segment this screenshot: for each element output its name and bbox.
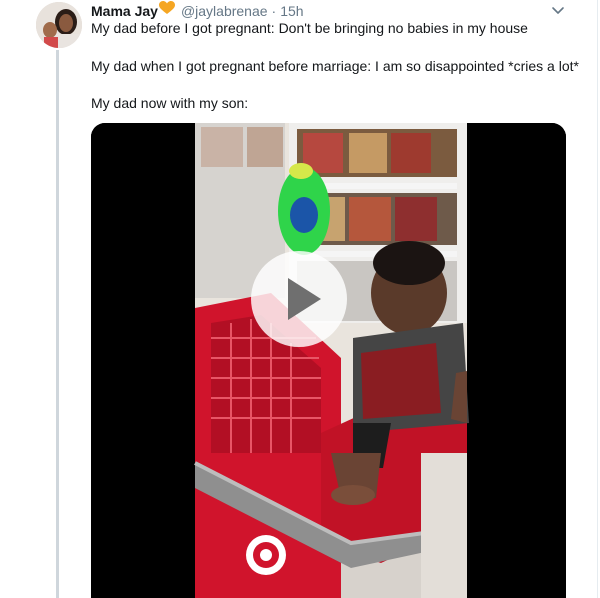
chevron-down-icon[interactable] xyxy=(551,4,565,16)
avatar[interactable] xyxy=(36,2,82,48)
thread-line xyxy=(56,50,59,598)
display-name[interactable]: Mama Jay xyxy=(91,3,158,19)
video-player[interactable] xyxy=(91,123,566,598)
handle[interactable]: @jaylabrenae xyxy=(181,3,268,19)
separator-dot: · xyxy=(271,3,277,19)
play-icon[interactable] xyxy=(251,251,347,347)
tweet-text-line: My dad now with my son: xyxy=(91,95,249,111)
video-frame xyxy=(91,123,566,598)
timestamp[interactable]: 15h xyxy=(280,3,303,19)
timeline-border xyxy=(597,0,598,598)
tweet-text-line: My dad when I got pregnant before marria… xyxy=(91,58,579,74)
heart-icon xyxy=(158,1,175,15)
tweet-header: Mama Jay @jaylabrenae · 15h xyxy=(91,1,304,20)
tweet-text-line: My dad before I got pregnant: Don't be b… xyxy=(91,20,528,36)
